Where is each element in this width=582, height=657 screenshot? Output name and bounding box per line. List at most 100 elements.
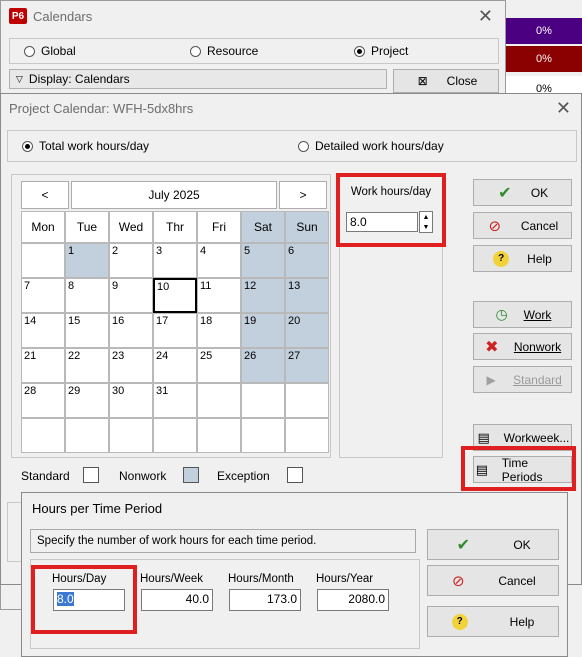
close-icon[interactable]: ✕ xyxy=(556,98,571,119)
calendar-day-9[interactable]: 9 xyxy=(109,278,153,313)
hours-dialog-title: Hours per Time Period xyxy=(32,500,163,516)
hours-year-label: Hours/Year xyxy=(316,573,374,585)
calendar-day-19[interactable]: 19 xyxy=(241,313,285,348)
highlight-work-hours xyxy=(336,173,446,247)
calendar-day-1[interactable]: 1 xyxy=(65,243,109,278)
radio-global[interactable]: Global xyxy=(24,44,76,58)
highlight-hours-day xyxy=(31,565,137,634)
calendar-day-17[interactable]: 17 xyxy=(153,313,197,348)
next-month-button[interactable]: > xyxy=(279,181,327,209)
highlight-time-periods xyxy=(461,446,576,491)
cancel-button[interactable]: ⊘ Cancel xyxy=(473,212,572,239)
calendar-day-6[interactable]: 6 xyxy=(285,243,329,278)
hours-help-button[interactable]: ? Help xyxy=(427,606,559,637)
standard-button[interactable]: ▶ Standard xyxy=(473,366,572,393)
calendar-day-27[interactable]: 27 xyxy=(285,348,329,383)
calendar-day-24[interactable]: 24 xyxy=(153,348,197,383)
close-icon[interactable]: ✕ xyxy=(478,6,493,27)
project-dialog-titlebar: Project Calendar: WFH-5dx8hrs ✕ xyxy=(1,94,581,122)
hours-instruction: Specify the number of work hours for eac… xyxy=(30,529,416,553)
radio-total-hours[interactable]: Total work hours/day xyxy=(22,139,149,153)
weekday-header-thr[interactable]: Thr xyxy=(153,211,197,243)
calendar-day-20[interactable]: 20 xyxy=(285,313,329,348)
calendar-day-16[interactable]: 16 xyxy=(109,313,153,348)
calendar-day-empty[interactable] xyxy=(285,418,329,453)
help-button[interactable]: ? Help xyxy=(473,245,572,272)
calendar-day-empty[interactable] xyxy=(21,418,65,453)
calendars-title: Calendars xyxy=(33,8,93,24)
calendar-day-13[interactable]: 13 xyxy=(285,278,329,313)
calendar-day-empty[interactable] xyxy=(109,418,153,453)
calendar-day-5[interactable]: 5 xyxy=(241,243,285,278)
radio-resource[interactable]: Resource xyxy=(190,44,258,58)
hours-week-label: Hours/Week xyxy=(140,573,204,585)
prev-month-button[interactable]: < xyxy=(21,181,69,209)
legend-standard-label: Standard xyxy=(21,469,70,483)
help-icon: ? xyxy=(451,613,468,630)
hours-week-input[interactable]: 40.0 xyxy=(141,589,213,611)
calendar-day-3[interactable]: 3 xyxy=(153,243,197,278)
calendar-day-21[interactable]: 21 xyxy=(21,348,65,383)
legend-nonwork-swatch xyxy=(183,467,199,483)
calendar-day-26[interactable]: 26 xyxy=(241,348,285,383)
display-calendars-bar[interactable]: ▽ Display: Calendars xyxy=(9,69,387,89)
project-dialog-title: Project Calendar: WFH-5dx8hrs xyxy=(9,100,194,116)
hours-month-input[interactable]: 173.0 xyxy=(229,589,301,611)
cancel-icon: ⊘ xyxy=(488,217,502,235)
nonwork-button[interactable]: ✖ Nonwork xyxy=(473,333,572,360)
hours-month-label: Hours/Month xyxy=(228,573,294,585)
weekday-header-tue[interactable]: Tue xyxy=(65,211,109,243)
legend-exception-swatch xyxy=(287,467,303,483)
calendar-icon: ▤ xyxy=(477,429,490,445)
calendar-day-4[interactable]: 4 xyxy=(197,243,241,278)
calendar-day-empty[interactable] xyxy=(241,383,285,418)
calendar-day-empty[interactable] xyxy=(65,418,109,453)
calendar-day-2[interactable]: 2 xyxy=(109,243,153,278)
calendar-day-14[interactable]: 14 xyxy=(21,313,65,348)
calendar-day-12[interactable]: 12 xyxy=(241,278,285,313)
calendar-day-22[interactable]: 22 xyxy=(65,348,109,383)
cancel-icon: ⊘ xyxy=(452,572,465,590)
calendar-day-25[interactable]: 25 xyxy=(197,348,241,383)
weekday-header-mon[interactable]: Mon xyxy=(21,211,65,243)
weekday-header-sat[interactable]: Sat xyxy=(241,211,285,243)
calendar-day-29[interactable]: 29 xyxy=(65,383,109,418)
calendar-day-empty[interactable] xyxy=(197,383,241,418)
calendar-day-8[interactable]: 8 xyxy=(65,278,109,313)
calendar-day-31[interactable]: 31 xyxy=(153,383,197,418)
close-button[interactable]: ⊠ Close xyxy=(393,69,499,93)
calendar-day-11[interactable]: 11 xyxy=(197,278,241,313)
calendar-day-15[interactable]: 15 xyxy=(65,313,109,348)
p6-logo: P6 xyxy=(9,8,27,24)
help-icon: ? xyxy=(493,250,510,267)
calendar-day-7[interactable]: 7 xyxy=(21,278,65,313)
radio-project[interactable]: Project xyxy=(354,44,408,58)
calendar-day-empty[interactable] xyxy=(241,418,285,453)
hours-ok-button[interactable]: ✔ OK xyxy=(427,529,559,560)
calendar-day-empty[interactable] xyxy=(21,243,65,278)
calendar-day-empty[interactable] xyxy=(285,383,329,418)
checkmark-icon: ✔ xyxy=(498,184,512,202)
weekday-header-fri[interactable]: Fri xyxy=(197,211,241,243)
work-button[interactable]: ◷ Work xyxy=(473,301,572,328)
calendar-day-empty[interactable] xyxy=(197,418,241,453)
calendars-titlebar: P6 Calendars ✕ xyxy=(1,1,505,31)
legend-nonwork-label: Nonwork xyxy=(119,469,167,483)
calendar-day-23[interactable]: 23 xyxy=(109,348,153,383)
ok-button[interactable]: ✔ OK xyxy=(473,179,572,206)
close-dialog-icon: ⊠ xyxy=(417,74,428,88)
hours-cancel-button[interactable]: ⊘ Cancel xyxy=(427,565,559,596)
calendar-day-18[interactable]: 18 xyxy=(197,313,241,348)
calendar-day-10[interactable]: 10 xyxy=(153,278,197,313)
radio-detailed-hours[interactable]: Detailed work hours/day xyxy=(298,139,444,153)
calendar-day-28[interactable]: 28 xyxy=(21,383,65,418)
hours-year-input[interactable]: 2080.0 xyxy=(317,589,389,611)
calendar-day-30[interactable]: 30 xyxy=(109,383,153,418)
weekday-header-sun[interactable]: Sun xyxy=(285,211,329,243)
work-clock-icon: ◷ xyxy=(495,306,508,322)
legend-exception-label: Exception xyxy=(217,469,270,483)
weekday-header-wed[interactable]: Wed xyxy=(109,211,153,243)
calendar-day-empty[interactable] xyxy=(153,418,197,453)
hours-per-period-dialog: Hours per Time Period Specify the number… xyxy=(21,492,568,657)
progress-cell-2: 0% xyxy=(506,46,582,72)
